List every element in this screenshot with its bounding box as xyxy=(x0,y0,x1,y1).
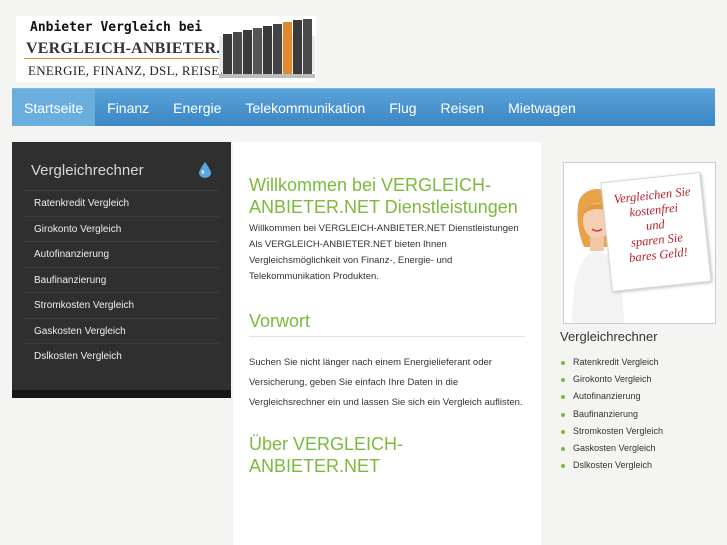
main-navigation: Startseite Finanz Energie Telekommunikat… xyxy=(12,88,715,126)
left-sidebar-item-girokonto[interactable]: Girokonto Vergleich xyxy=(24,215,219,242)
promo-sign: Vergleichen Sie kostenfrei und sparen Si… xyxy=(600,172,712,292)
vorwort-heading: Vorwort xyxy=(249,310,525,337)
ueber-heading: Über VERGLEICH-ANBIETER.NET xyxy=(249,434,404,476)
left-sidebar-item-stromkosten[interactable]: Stromkosten Vergleich xyxy=(24,292,219,318)
logo-divider xyxy=(24,58,219,59)
welcome-line-1: Willkommen bei VERGLEICH-ANBIETER.NET Di… xyxy=(249,223,519,234)
right-sidebar-item-dslkosten[interactable]: Dslkosten Vergleich xyxy=(559,457,663,474)
left-sidebar-item-dslkosten[interactable]: Dslkosten Vergleich xyxy=(24,343,219,369)
left-sidebar-header: Vergleichrechner xyxy=(12,142,231,190)
nav-finanz[interactable]: Finanz xyxy=(95,89,161,126)
nav-mietwagen[interactable]: Mietwagen xyxy=(496,89,588,126)
welcome-line-2: Als VERGLEICH-ANBIETER.NET bieten Ihnen … xyxy=(249,239,453,282)
left-sidebar-item-ratenkredit[interactable]: Ratenkredit Vergleich xyxy=(24,190,219,216)
nav-reisen[interactable]: Reisen xyxy=(429,89,497,126)
right-sidebar-item-stromkosten[interactable]: Stromkosten Vergleich xyxy=(559,423,663,440)
left-sidebar-item-baufinanzierung[interactable]: Baufinanzierung xyxy=(24,266,219,293)
left-sidebar-footer xyxy=(12,390,231,398)
binders-icon xyxy=(219,19,315,78)
left-sidebar-title: Vergleichrechner xyxy=(31,162,144,179)
left-sidebar: Vergleichrechner Ratenkredit Vergleich G… xyxy=(12,142,231,398)
right-sidebar-item-girokonto[interactable]: Girokonto Vergleich xyxy=(559,371,663,388)
right-sidebar-item-ratenkredit[interactable]: Ratenkredit Vergleich xyxy=(559,354,663,371)
right-sidebar-title: Vergleichrechner xyxy=(560,329,658,344)
right-sidebar-item-gaskosten[interactable]: Gaskosten Vergleich xyxy=(559,440,663,457)
site-logo[interactable]: Anbieter Vergleich bei VERGLEICH-ANBIETE… xyxy=(16,16,316,82)
nav-flug[interactable]: Flug xyxy=(377,89,428,126)
left-sidebar-item-autofinanzierung[interactable]: Autofinanzierung xyxy=(24,241,219,267)
promo-banner[interactable]: Vergleichen Sie kostenfrei und sparen Si… xyxy=(563,162,716,324)
main-content: Willkommen bei VERGLEICH-ANBIETER.NET Di… xyxy=(233,142,541,545)
nav-telekommunikation[interactable]: Telekommunikation xyxy=(233,89,377,126)
water-drop-icon xyxy=(199,162,211,178)
left-sidebar-item-gaskosten[interactable]: Gaskosten Vergleich xyxy=(24,317,219,344)
logo-line-3: ENERGIE, FINANZ, DSL, REISEN xyxy=(28,63,230,78)
right-sidebar-item-autofinanzierung[interactable]: Autofinanzierung xyxy=(559,388,663,405)
right-sidebar: Vergleichen Sie kostenfrei und sparen Si… xyxy=(545,142,727,545)
logo-line-1: Anbieter Vergleich bei xyxy=(30,20,203,35)
welcome-heading: Willkommen bei VERGLEICH-ANBIETER.NET Di… xyxy=(249,175,518,217)
nav-energie[interactable]: Energie xyxy=(161,89,233,126)
nav-startseite[interactable]: Startseite xyxy=(12,89,96,126)
right-sidebar-item-baufinanzierung[interactable]: Baufinanzierung xyxy=(559,406,663,423)
vorwort-text: Suchen Sie nicht länger nach einem Energ… xyxy=(249,357,523,408)
